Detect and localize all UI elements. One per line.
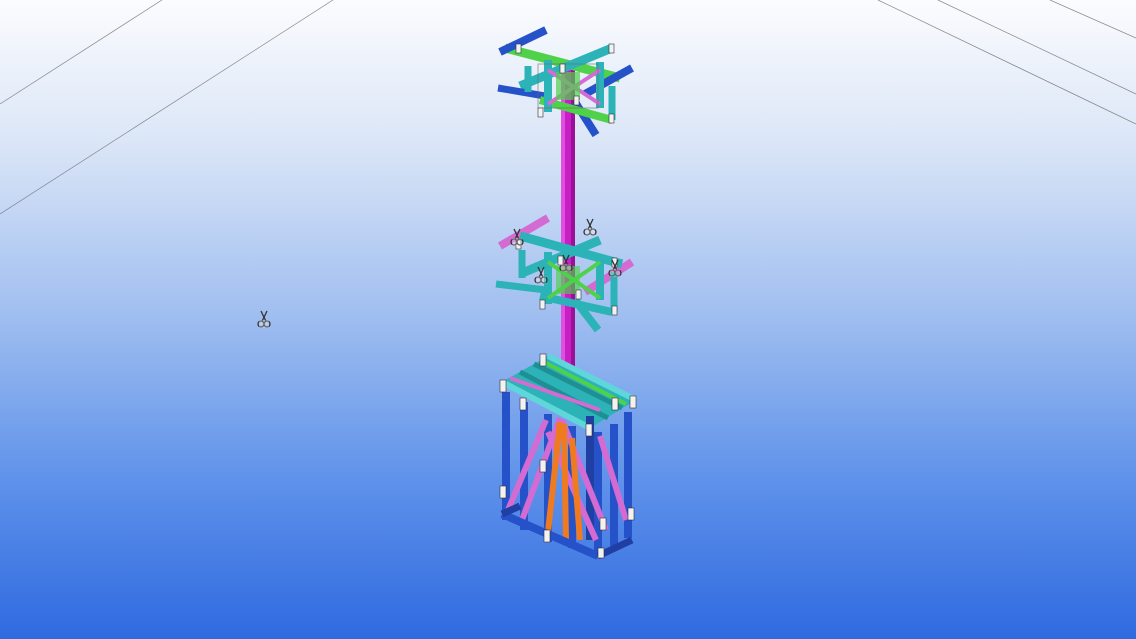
- steel-tower-model[interactable]: [495, 26, 638, 560]
- model-scene[interactable]: [0, 0, 1136, 639]
- model-viewport[interactable]: [0, 0, 1136, 639]
- main-column[interactable]: [561, 70, 575, 400]
- scissors-icon[interactable]: [583, 218, 597, 237]
- base-frame[interactable]: [499, 353, 638, 560]
- scissors-icon[interactable]: [257, 310, 271, 329]
